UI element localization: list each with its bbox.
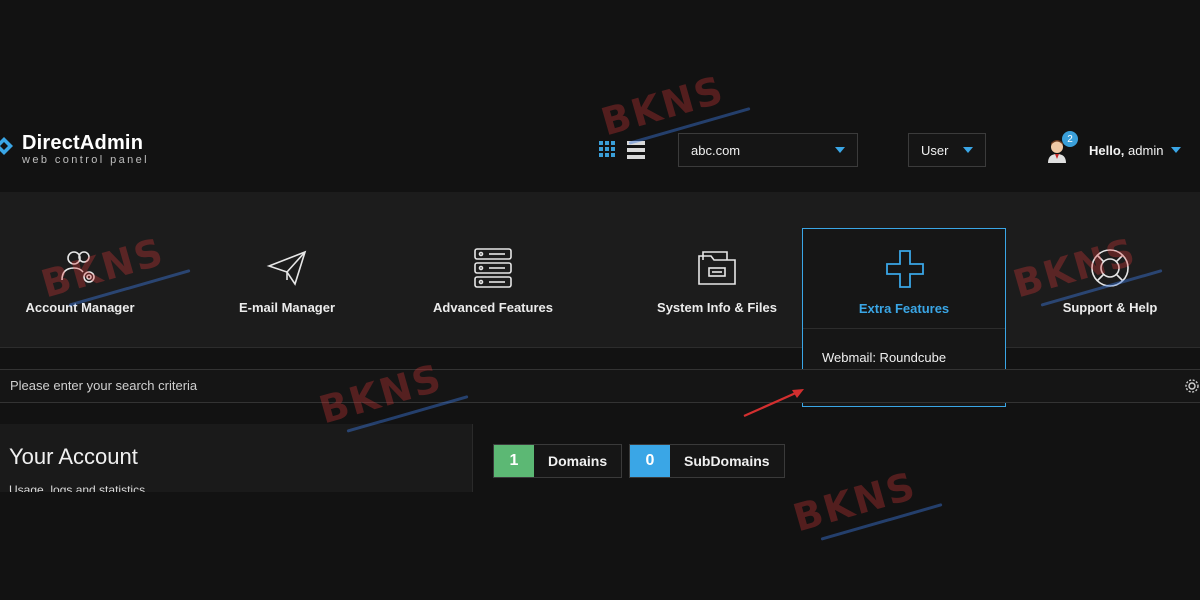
domain-select[interactable]: abc.com xyxy=(678,133,858,167)
nav-support-help[interactable]: Support & Help xyxy=(1050,192,1170,347)
stat-count: 0 xyxy=(630,445,670,477)
server-icon xyxy=(474,248,512,288)
nav-divider xyxy=(0,347,1200,348)
user-menu-chevron-icon[interactable] xyxy=(1171,147,1181,153)
account-subtitle: Usage, logs and statistics xyxy=(9,483,146,492)
search-bar xyxy=(0,369,1200,403)
lifebuoy-icon xyxy=(1091,249,1129,287)
notification-badge[interactable]: 2 xyxy=(1062,131,1078,147)
menu-item-webmail-roundcube[interactable]: Webmail: Roundcube xyxy=(822,350,946,365)
main-navigation: Account Manager E-mail Manager Advanced … xyxy=(0,192,1200,347)
stat-subdomains[interactable]: 0 SubDomains xyxy=(629,444,785,478)
nav-label: System Info & Files xyxy=(657,300,777,315)
paper-plane-icon xyxy=(266,250,307,286)
logo-diamond-icon xyxy=(0,137,13,155)
role-select[interactable]: User xyxy=(908,133,986,167)
logo-subtitle: web control panel xyxy=(22,154,150,166)
stat-domains[interactable]: 1 Domains xyxy=(493,444,623,478)
chevron-down-icon xyxy=(835,147,845,153)
username: admin xyxy=(1128,143,1164,158)
your-account-panel: Your Account Usage, logs and statistics xyxy=(0,424,472,492)
role-select-value: User xyxy=(921,142,949,158)
nav-label: Support & Help xyxy=(1062,300,1158,315)
list-view-icon[interactable] xyxy=(627,141,645,159)
nav-email-manager[interactable]: E-mail Manager xyxy=(227,192,347,347)
chevron-down-icon xyxy=(963,147,973,153)
grid-view-icon[interactable] xyxy=(599,141,617,159)
nav-advanced-features[interactable]: Advanced Features xyxy=(428,192,558,347)
nav-label: Advanced Features xyxy=(433,300,553,315)
nav-label: Account Manager xyxy=(25,300,135,315)
nav-system-info-files[interactable]: System Info & Files xyxy=(627,192,807,347)
directadmin-logo[interactable]: DirectAdmin web control panel xyxy=(0,128,180,174)
search-input[interactable] xyxy=(10,378,710,393)
folder-icon xyxy=(698,251,736,285)
stat-label: SubDomains xyxy=(670,445,784,477)
account-title: Your Account xyxy=(9,444,138,469)
gear-icon[interactable] xyxy=(1184,378,1200,394)
greeting-text: Hello, xyxy=(1089,143,1125,158)
stat-label: Domains xyxy=(534,445,622,477)
domain-select-value: abc.com xyxy=(691,142,741,158)
nav-label: E-mail Manager xyxy=(238,300,336,315)
plus-icon xyxy=(886,250,924,288)
nav-account-manager[interactable]: Account Manager xyxy=(20,192,140,347)
menu-divider xyxy=(803,328,1005,329)
users-gear-icon xyxy=(61,251,95,283)
user-greeting[interactable]: Hello, admin xyxy=(1089,143,1163,158)
logo-title: DirectAdmin xyxy=(22,132,144,154)
stat-count: 1 xyxy=(494,445,534,477)
annotation-arrow xyxy=(743,389,804,418)
nav-label-active: Extra Features xyxy=(858,301,950,316)
